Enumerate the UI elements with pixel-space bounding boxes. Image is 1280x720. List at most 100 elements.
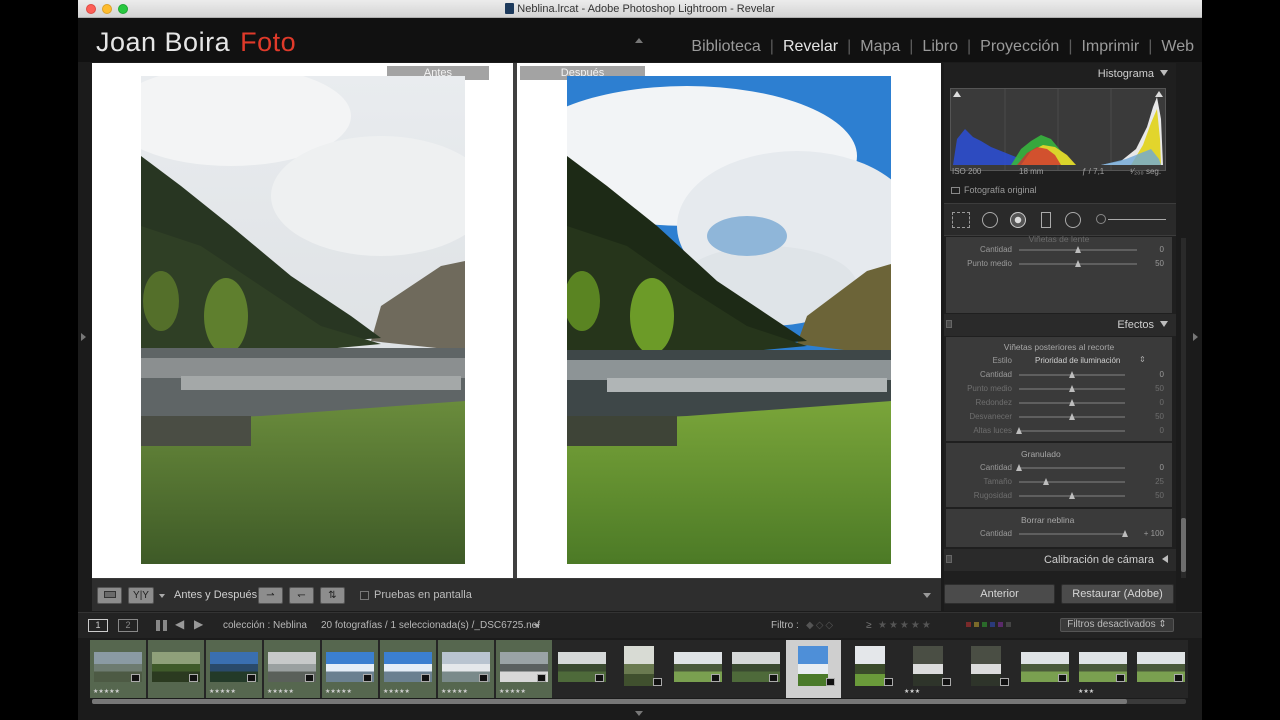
calibration-header[interactable]: Calibración de cámara bbox=[944, 549, 1176, 571]
develop-badge-icon[interactable] bbox=[942, 678, 951, 686]
slider-knob[interactable] bbox=[1075, 246, 1081, 253]
radial-filter-icon[interactable] bbox=[1065, 212, 1081, 228]
rating-filter-stars[interactable]: ★★★★★ bbox=[878, 620, 933, 631]
develop-badge-icon[interactable] bbox=[711, 674, 720, 682]
filmstrip-thumbnail[interactable]: ★★★★★ bbox=[264, 640, 320, 698]
scrollbar-thumb[interactable] bbox=[1181, 518, 1186, 572]
module-biblioteca[interactable]: Biblioteca bbox=[691, 38, 760, 56]
right-panel-scrollbar[interactable] bbox=[1181, 238, 1186, 578]
slider-knob[interactable] bbox=[1069, 371, 1075, 378]
slider-value[interactable]: 0 bbox=[1160, 398, 1164, 407]
bottom-panel-toggle-icon[interactable] bbox=[635, 711, 643, 716]
flag-filters[interactable]: ◆◇◇ bbox=[806, 620, 835, 631]
module-mapa[interactable]: Mapa bbox=[860, 38, 900, 56]
collapse-triangle-icon[interactable] bbox=[1160, 321, 1168, 327]
copy-after-to-before-button[interactable]: ↽ bbox=[289, 587, 314, 604]
develop-badge-icon[interactable] bbox=[1058, 674, 1067, 682]
filmstrip-thumbnail[interactable] bbox=[959, 640, 1015, 698]
develop-badge-icon[interactable] bbox=[479, 674, 488, 682]
filmstrip-thumbnail[interactable]: ★★★★★ bbox=[206, 640, 262, 698]
brush-slider[interactable] bbox=[1108, 219, 1166, 220]
source-dropdown-icon[interactable] bbox=[534, 624, 540, 628]
slider-track[interactable] bbox=[1019, 430, 1125, 432]
back-arrow-icon[interactable]: ◀ bbox=[175, 617, 184, 631]
expand-triangle-icon[interactable] bbox=[1162, 555, 1168, 563]
slider-knob[interactable] bbox=[1042, 478, 1049, 485]
develop-badge-icon[interactable] bbox=[131, 674, 140, 682]
filmstrip-thumbnail[interactable]: ★★★★★ bbox=[90, 640, 146, 698]
develop-badge-icon[interactable] bbox=[595, 674, 604, 682]
reset-button[interactable]: Restaurar (Adobe) bbox=[1061, 584, 1174, 604]
filmstrip-thumbnail[interactable] bbox=[728, 640, 784, 698]
secondary-window-button[interactable]: 2 bbox=[118, 619, 138, 632]
filmstrip-thumbnail[interactable] bbox=[554, 640, 610, 698]
slider-knob[interactable] bbox=[1069, 399, 1075, 406]
red-eye-icon[interactable] bbox=[1010, 212, 1026, 228]
filmstrip-thumbnail[interactable]: ★★★★★ bbox=[380, 640, 436, 698]
filmstrip-thumbnail[interactable] bbox=[148, 640, 204, 698]
develop-badge-icon[interactable] bbox=[305, 674, 314, 682]
slider-value[interactable]: 50 bbox=[1155, 412, 1164, 421]
slider-value[interactable]: 50 bbox=[1155, 384, 1164, 393]
original-photo-toggle[interactable]: Fotografía original bbox=[951, 185, 1037, 195]
develop-badge-icon[interactable] bbox=[537, 674, 546, 682]
develop-badge-icon[interactable] bbox=[884, 678, 893, 686]
slider-value[interactable]: 0 bbox=[1160, 370, 1164, 379]
module-proyeccin[interactable]: Proyección bbox=[980, 38, 1059, 56]
filmstrip-thumbnail[interactable]: ★★★ bbox=[901, 640, 957, 698]
spot-removal-icon[interactable] bbox=[982, 212, 998, 228]
filmstrip-thumbnail[interactable]: ★★★★★ bbox=[496, 640, 552, 698]
slider-value[interactable]: 50 bbox=[1155, 259, 1164, 268]
style-select[interactable]: Prioridad de iluminación bbox=[1035, 356, 1120, 365]
develop-badge-icon[interactable] bbox=[826, 678, 835, 686]
graduated-filter-icon[interactable] bbox=[1041, 212, 1051, 228]
develop-badge-icon[interactable] bbox=[1000, 678, 1009, 686]
develop-badge-icon[interactable] bbox=[653, 678, 662, 686]
slider-knob[interactable] bbox=[1075, 260, 1081, 267]
forward-arrow-icon[interactable]: ▶ bbox=[194, 617, 203, 631]
filmstrip-thumbnail[interactable] bbox=[786, 640, 841, 698]
slider-track[interactable] bbox=[1019, 481, 1125, 483]
filmstrip-thumbnail[interactable]: ★★★★★ bbox=[438, 640, 494, 698]
filmstrip-thumbnail[interactable] bbox=[1133, 640, 1188, 698]
effects-header[interactable]: Efectos bbox=[944, 314, 1176, 336]
develop-badge-icon[interactable] bbox=[363, 674, 372, 682]
photo-count[interactable]: 20 fotografías / 1 seleccionada(s) /_DSC… bbox=[321, 620, 540, 631]
filter-preset-select[interactable]: Filtros desactivados ⇕ bbox=[1060, 618, 1174, 632]
develop-badge-icon[interactable] bbox=[421, 674, 430, 682]
module-web[interactable]: Web bbox=[1161, 38, 1194, 56]
soft-proofing-checkbox[interactable] bbox=[360, 591, 369, 600]
filmstrip-thumbnail[interactable]: ★★★ bbox=[1075, 640, 1131, 698]
slider-knob[interactable] bbox=[1069, 413, 1075, 420]
slider-knob[interactable] bbox=[1069, 492, 1075, 499]
module-revelar[interactable]: Revelar bbox=[783, 38, 838, 56]
slider-knob[interactable] bbox=[1016, 464, 1022, 471]
filmstrip-thumbnail[interactable] bbox=[670, 640, 726, 698]
loupe-view-button[interactable] bbox=[97, 587, 122, 604]
slider-value[interactable]: 0 bbox=[1160, 245, 1164, 254]
filmstrip-thumbnail[interactable] bbox=[1017, 640, 1073, 698]
toolbar-options-dropdown-icon[interactable] bbox=[923, 593, 931, 598]
left-panel-toggle-icon[interactable] bbox=[81, 333, 86, 341]
slider-value[interactable]: 25 bbox=[1155, 477, 1164, 486]
filmstrip-thumbnail[interactable] bbox=[843, 640, 899, 698]
slider-value[interactable]: 50 bbox=[1155, 491, 1164, 500]
previous-button[interactable]: Anterior bbox=[944, 584, 1055, 604]
slider-track[interactable] bbox=[1019, 533, 1125, 535]
slider-knob[interactable] bbox=[1122, 530, 1128, 537]
view-mode-dropdown-icon[interactable] bbox=[159, 594, 165, 598]
copy-before-to-after-button[interactable]: ⇀ bbox=[258, 587, 283, 604]
rating-operator[interactable]: ≥ bbox=[866, 620, 872, 631]
top-panel-toggle-icon[interactable] bbox=[635, 38, 643, 43]
style-select-stepper-icon[interactable]: ⇕ bbox=[1139, 355, 1146, 364]
develop-badge-icon[interactable] bbox=[1116, 674, 1125, 682]
effects-toggle-icon[interactable] bbox=[946, 320, 952, 328]
develop-badge-icon[interactable] bbox=[769, 674, 778, 682]
main-window-button[interactable]: 1 bbox=[88, 619, 108, 632]
slider-value[interactable]: 0 bbox=[1160, 426, 1164, 435]
module-imprimir[interactable]: Imprimir bbox=[1081, 38, 1139, 56]
collapse-triangle-icon[interactable] bbox=[1160, 70, 1168, 76]
collection-source[interactable]: colección : Neblina bbox=[223, 620, 307, 631]
histogram-header[interactable]: Histograma bbox=[944, 63, 1176, 85]
color-label-filters[interactable] bbox=[966, 622, 1011, 627]
